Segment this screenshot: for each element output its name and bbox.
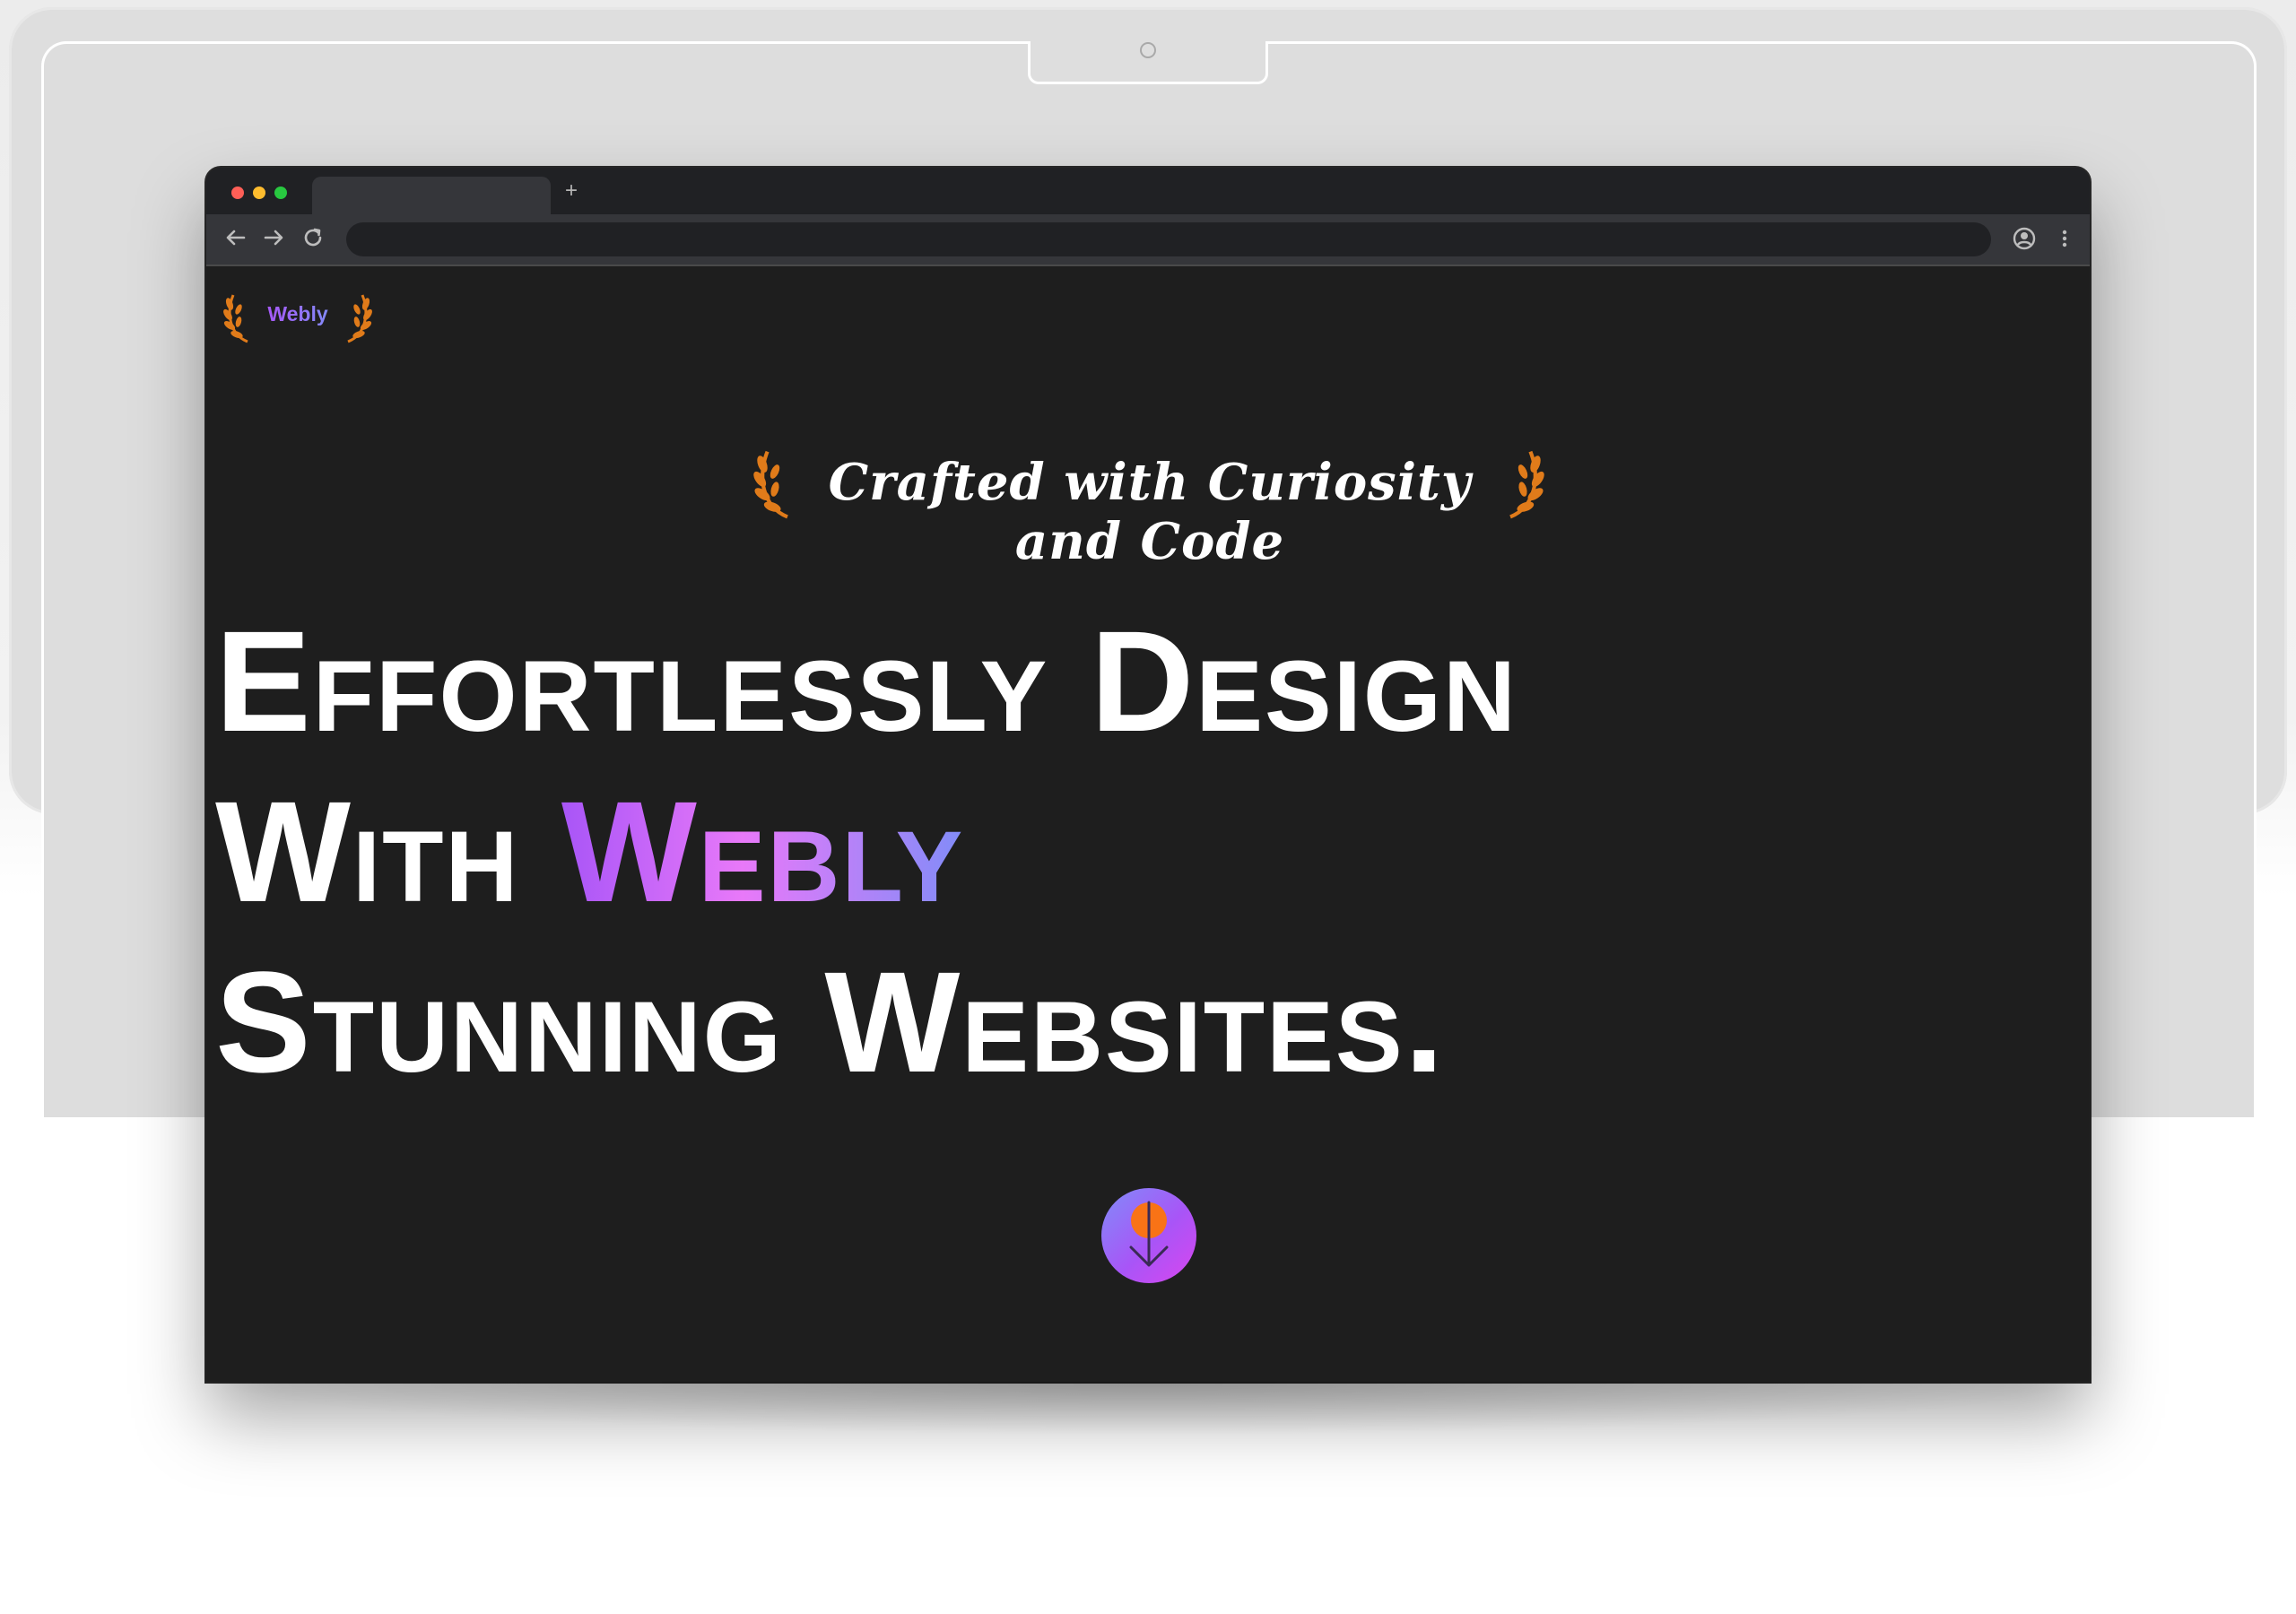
brand-name: Webly: [264, 302, 332, 326]
back-button[interactable]: [222, 224, 249, 251]
laurel-right-icon: [1509, 450, 1544, 519]
headline-with: With: [215, 771, 520, 932]
reload-icon: [304, 228, 322, 247]
forward-button[interactable]: [260, 224, 287, 251]
camera-icon: [1140, 42, 1156, 58]
laurel-right-icon: [347, 294, 372, 343]
laurel-left-icon: [223, 294, 248, 343]
browser-window: + Webly Crafted with Curiosity and Code …: [206, 168, 2090, 1382]
browser-tab[interactable]: [312, 177, 551, 214]
arrow-left-icon: [226, 230, 246, 246]
new-tab-button[interactable]: +: [565, 178, 578, 204]
more-vertical-icon: [2062, 230, 2067, 247]
headline-line-2: With Webly: [215, 767, 1740, 937]
window-shadow: [206, 1382, 2090, 1436]
laurel-left-icon: [753, 450, 788, 519]
hero-headline: Effortlessly Design With Webly Stunning …: [215, 596, 1740, 1107]
arrow-right-icon: [264, 230, 283, 246]
profile-button[interactable]: [2011, 225, 2038, 252]
brand-logo[interactable]: Webly: [221, 290, 375, 345]
headline-line-3: Stunning Websites.: [215, 941, 1447, 1102]
tab-bar: +: [206, 168, 2090, 214]
profile-icon: [2013, 227, 2036, 250]
close-window-button[interactable]: [231, 187, 244, 199]
browser-menu-button[interactable]: [2056, 225, 2074, 252]
tagline-text: Crafted with Curiosity and Code: [828, 453, 1472, 571]
scroll-down-button[interactable]: [1101, 1188, 1196, 1283]
maximize-window-button[interactable]: [274, 187, 287, 199]
tagline: Crafted with Curiosity and Code: [750, 440, 1548, 571]
minimize-window-button[interactable]: [253, 187, 265, 199]
arrow-down-icon: [1129, 1201, 1169, 1267]
browser-toolbar: [206, 214, 2090, 266]
address-bar[interactable]: [346, 222, 1991, 256]
headline-line-1: Effortlessly Design: [215, 601, 1518, 761]
screenshot-stage: + Webly Crafted with Curiosity and Code …: [0, 0, 2296, 1614]
webpage-viewport: Webly Crafted with Curiosity and Code Ef…: [206, 266, 2090, 1382]
reload-button[interactable]: [300, 224, 326, 251]
headline-brand-highlight: Webly: [561, 771, 965, 932]
